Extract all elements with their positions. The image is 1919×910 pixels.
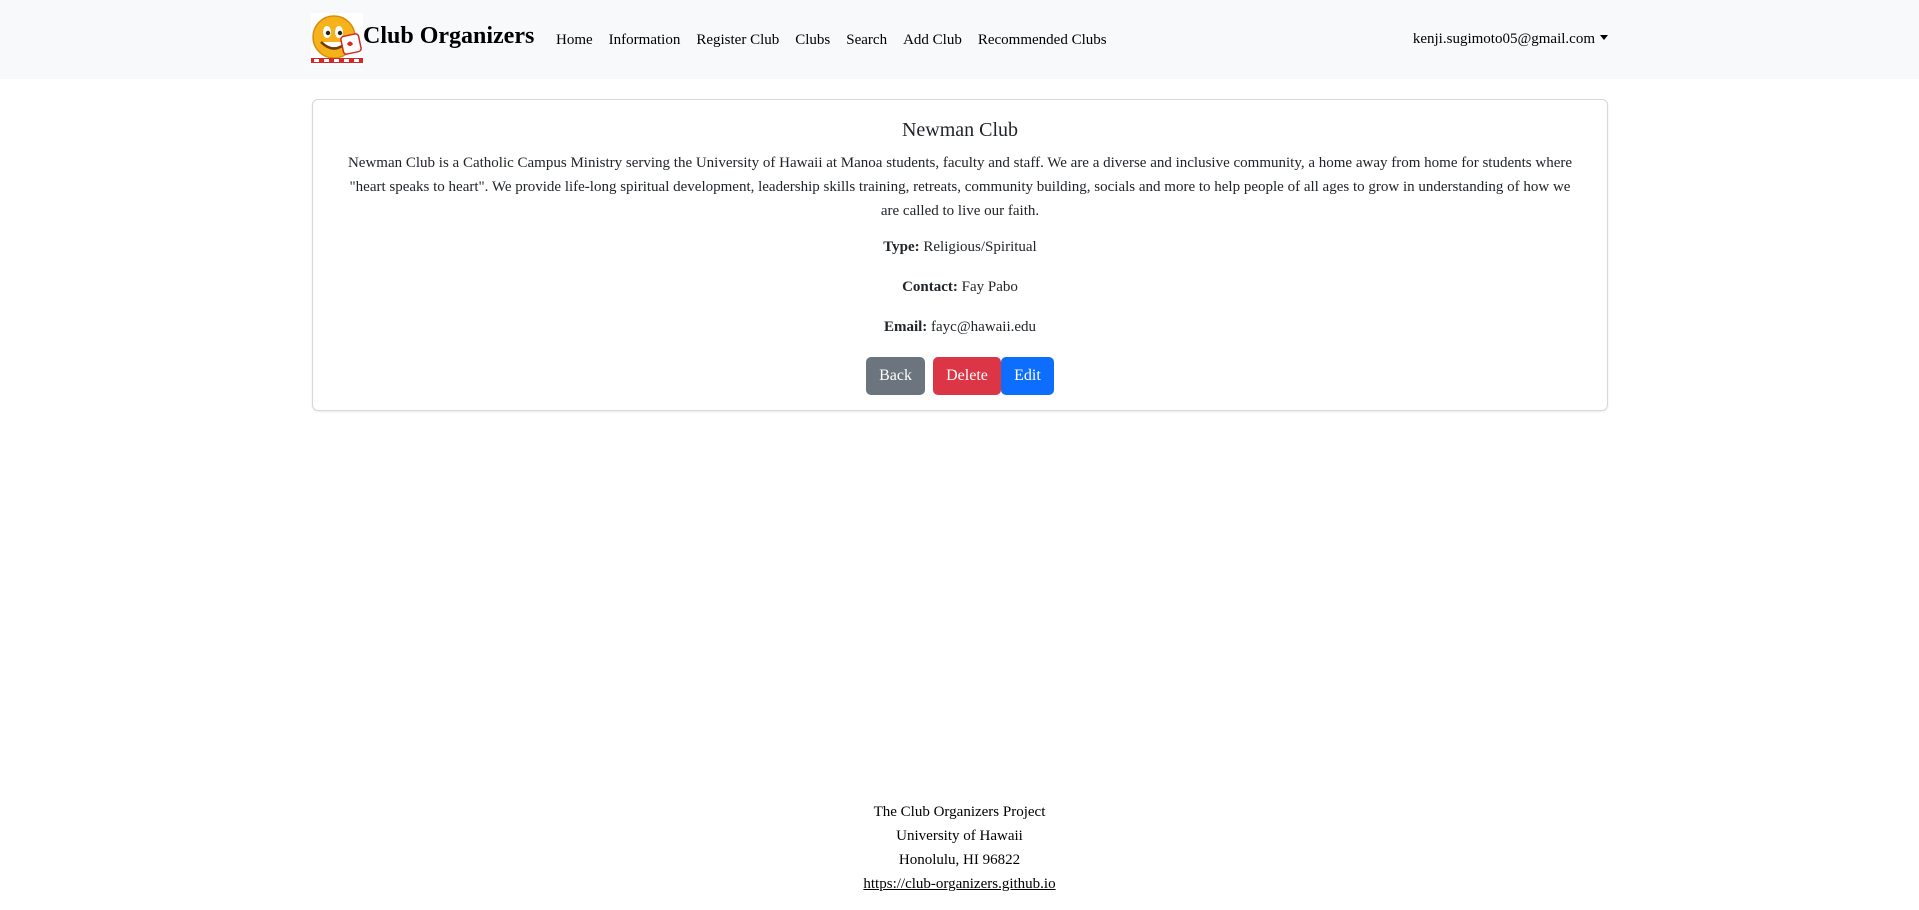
smiley-logo-icon bbox=[311, 13, 363, 65]
club-type: Type: Religious/Spiritual bbox=[313, 239, 1607, 256]
edit-button[interactable]: Edit bbox=[1001, 357, 1054, 395]
caret-down-icon bbox=[1600, 35, 1608, 40]
footer-project-name: The Club Organizers Project bbox=[873, 804, 1046, 820]
club-card: Newman Club Newman Club is a Catholic Ca… bbox=[312, 99, 1608, 411]
top-navbar: Club Organizers Home Information Registe… bbox=[0, 0, 1919, 79]
page: Club Organizers Home Information Registe… bbox=[0, 0, 1919, 910]
brand-title: Club Organizers bbox=[363, 22, 535, 49]
footer-university: University of Hawaii bbox=[896, 828, 1023, 844]
nav-link-register-club[interactable]: Register Club bbox=[696, 32, 779, 49]
navbar-container: Club Organizers Home Information Registe… bbox=[311, 0, 1608, 79]
nav-link-clubs[interactable]: Clubs bbox=[795, 32, 830, 49]
delete-button[interactable]: Delete bbox=[933, 357, 1001, 395]
club-email-label: Email: bbox=[883, 319, 928, 335]
back-button[interactable]: Back bbox=[866, 357, 925, 395]
club-contact-value: Fay Pabo bbox=[961, 279, 1018, 295]
footer-address: Honolulu, HI 96822 bbox=[898, 852, 1021, 868]
action-buttons: Back Delete Edit bbox=[313, 357, 1607, 395]
club-type-value: Religious/Spiritual bbox=[923, 239, 1037, 255]
club-email-value: fayc@hawaii.edu bbox=[931, 319, 1037, 335]
nav-links: Home Information Register Club Clubs Sea… bbox=[556, 0, 1123, 79]
nav-link-recommended-clubs[interactable]: Recommended Clubs bbox=[978, 32, 1107, 49]
brand-link[interactable]: Club Organizers bbox=[311, 13, 534, 65]
footer-project-link[interactable]: https://club-organizers.github.io bbox=[863, 876, 1055, 892]
club-name: Newman Club bbox=[901, 119, 1019, 141]
club-contact-label: Contact: bbox=[902, 279, 958, 295]
nav-link-add-club[interactable]: Add Club bbox=[903, 32, 962, 49]
club-description: Newman Club is a Catholic Campus Ministr… bbox=[347, 155, 1573, 219]
page-footer: The Club Organizers Project University o… bbox=[0, 800, 1919, 896]
user-dropdown[interactable]: kenji.sugimoto05@gmail.com bbox=[1413, 0, 1608, 79]
nav-link-search[interactable]: Search bbox=[846, 32, 887, 49]
nav-link-information[interactable]: Information bbox=[609, 32, 681, 49]
club-type-label: Type: bbox=[883, 239, 920, 255]
club-email: Email: fayc@hawaii.edu bbox=[313, 319, 1607, 336]
user-email: kenji.sugimoto05@gmail.com bbox=[1412, 31, 1595, 47]
club-contact: Contact: Fay Pabo bbox=[313, 279, 1607, 296]
nav-link-home[interactable]: Home bbox=[556, 32, 593, 49]
